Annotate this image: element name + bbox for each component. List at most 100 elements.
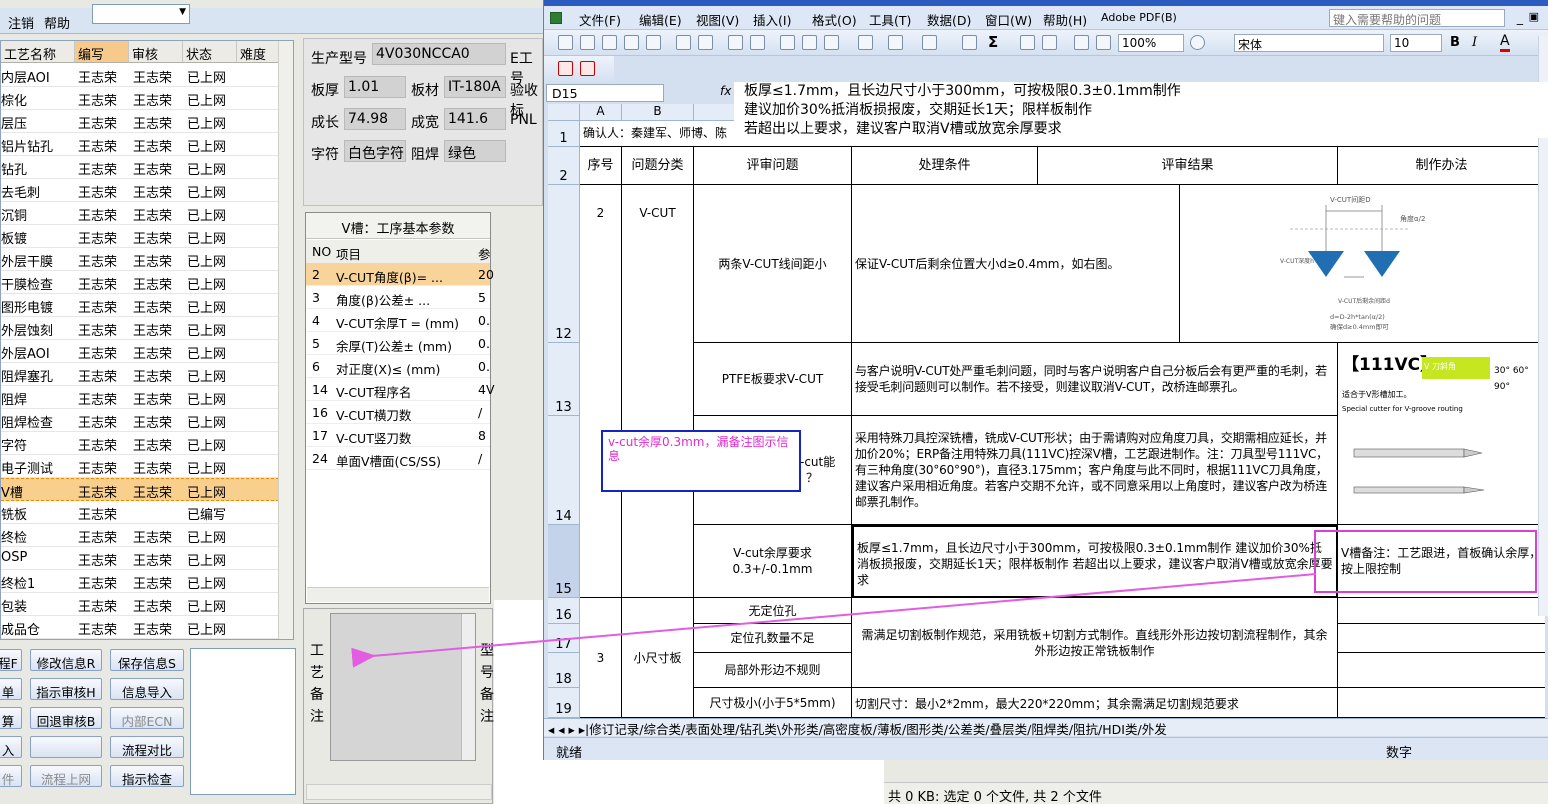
research-icon[interactable] [750,35,765,50]
vcut-param-row[interactable]: 24 单面V槽面(CS/SS) / [306,447,490,470]
btn-blank[interactable] [30,736,102,758]
menu-help[interactable]: 帮助(H) [1043,10,1087,29]
process-row[interactable]: 电子测试 王志荣 王志荣 已上网 [1,455,279,478]
issue-r18[interactable]: 局部外形边不规则 [694,653,852,688]
btn-compare[interactable]: 流程对比 [110,736,184,758]
process-row[interactable]: 沉铜 王志荣 王志荣 已上网 [1,202,279,225]
menu-help[interactable]: 帮助 [44,13,70,32]
process-row[interactable]: 外层蚀刻 王志荣 王志荣 已上网 [1,317,279,340]
col-name[interactable]: 工艺名称 [1,41,75,63]
vcut-param-row[interactable]: 2 V-CUT角度(β)= ... 20 [306,263,494,286]
restore-icon[interactable]: ▣ [1529,10,1539,23]
hdr-seq[interactable]: 序号 [580,147,622,185]
process-row[interactable]: 钻孔 王志荣 王志荣 已上网 [1,156,279,179]
copy-icon[interactable] [802,35,817,50]
menu-data[interactable]: 数据(D) [927,10,971,29]
menu-adobe[interactable]: Adobe PDF(B) [1101,11,1177,24]
pdf-create-icon[interactable] [558,61,573,76]
seq-3[interactable]: 3 [580,598,622,718]
bold-icon[interactable]: B [1450,35,1460,50]
process-row[interactable]: 外层AOI 王志荣 王志荣 已上网 [1,340,279,363]
char-field[interactable]: 白色字符 [344,140,406,162]
sort-desc-icon[interactable] [1042,35,1057,50]
cond-r16[interactable]: 需满足切割板制作规范，采用铣板+切割方式制作。直线形外形边按切割流程制作，其余外… [852,598,1338,688]
vcut-param-row[interactable]: 4 V-CUT余厚T = (mm) 0. [306,309,490,332]
drawing-icon[interactable] [1096,35,1111,50]
process-memo-field[interactable] [330,613,476,761]
memo-hscroll[interactable] [306,784,492,800]
cond-r14[interactable]: 采用特殊刀具控深铣槽，铣成V-CUT形状；由于需请购对应角度刀具，交期需相应延长… [852,416,1338,525]
process-row[interactable]: 干膜检查 王志荣 王志荣 已上网 [1,271,279,294]
cond-r13[interactable]: 与客户说明V-CUT处严重毛刺问题，同时与客户说明客户自己分板后会有更严重的毛刺… [852,343,1338,416]
method-r16[interactable] [1338,598,1545,624]
vcut-param-row[interactable]: 3 角度(β)公差± ... 5 [306,286,490,309]
col-header-b[interactable]: B [622,104,694,121]
process-row[interactable]: 阻焊塞孔 王志荣 王志荣 已上网 [1,363,279,386]
pdf-mail-icon[interactable] [580,61,595,76]
grid-scrollbar[interactable] [278,41,293,639]
hdr-result[interactable]: 评审结果 [1038,147,1338,185]
name-box[interactable]: D15 [546,84,664,102]
issue-r16[interactable]: 无定位孔 [694,598,852,624]
btn-calc[interactable]: 算 [0,707,22,729]
undo-icon[interactable] [888,35,903,50]
thickness-field[interactable]: 1.01 [344,76,406,98]
sum-icon[interactable]: Σ [988,33,998,51]
btn-import[interactable]: 信息导入 [110,678,184,700]
function-icon[interactable]: fx [720,84,731,98]
process-row[interactable]: 终检 王志荣 王志荣 已上网 [1,524,279,547]
menu-format[interactable]: 格式(O) [812,10,857,29]
process-row[interactable]: 成品仓 王志荣 王志荣 已上网 [1,616,279,639]
cut-icon[interactable] [780,35,795,50]
help-icon[interactable] [1190,35,1205,50]
btn-publish[interactable]: 流程上网 [30,765,102,787]
row-header[interactable]: 14 [548,416,580,525]
btn-check[interactable]: 指示检查 [110,765,184,787]
help-search-input[interactable]: 键入需要帮助的问题 [1329,9,1505,27]
preview-icon[interactable] [698,35,713,50]
vcut-param-row[interactable]: 5 余厚(T)公差± (mm) 0. [306,332,490,355]
hyperlink-icon[interactable] [962,35,977,50]
btn-file[interactable]: 件 [0,765,22,787]
process-row[interactable]: 棕化 王志荣 王志荣 已上网 [1,87,279,110]
vcut-param-row[interactable]: 14 V-CUT程序名 4V [306,378,495,401]
col-writer[interactable]: 编写 [75,41,129,63]
vcut-grid-scrollbar[interactable] [307,587,489,602]
length-field[interactable]: 74.98 [344,108,406,130]
process-row[interactable]: 板镀 王志荣 王志荣 已上网 [1,225,279,248]
process-row[interactable]: 层压 王志荣 王志荣 已上网 [1,110,279,133]
cat-vcut[interactable]: V-CUT [622,185,694,598]
redo-icon[interactable] [922,35,937,50]
hdr-issue[interactable]: 评审问题 [694,147,852,185]
paste-icon[interactable] [824,35,839,50]
row-header[interactable]: 13 [548,343,580,416]
mail-icon[interactable] [646,35,661,50]
open-icon[interactable] [580,35,595,50]
memo-scrollbar[interactable] [461,614,475,760]
print-icon[interactable] [676,35,691,50]
left-combo[interactable]: ▼ [92,4,190,24]
btn-review[interactable]: 指示审核H [30,678,102,700]
process-row[interactable]: OSP 王志荣 王志荣 已上网 [1,547,279,570]
process-row[interactable]: 包装 王志荣 王志荣 已上网 [1,593,279,616]
process-row[interactable]: 铣板 王志荣 已编写 [1,501,279,524]
cond-r12[interactable]: 保证V-CUT后剩余位置大小d≥0.4mm，如右图。 [852,185,1180,343]
process-row[interactable]: 外层干膜 王志荣 王志荣 已上网 [1,248,279,271]
process-row[interactable]: 阻焊 王志荣 王志荣 已上网 [1,386,279,409]
italic-icon[interactable]: I [1472,35,1477,50]
col-difficulty[interactable]: 难度 [237,41,279,63]
chart-icon[interactable] [1074,35,1089,50]
cat-small[interactable]: 小尺寸板 [622,598,694,718]
row-header[interactable]: 17 [548,624,580,653]
cond-r15-selected[interactable]: 板厚≤1.7mm，且长边尺寸小于300mm，可按极限0.3±0.1mm制作 建议… [852,525,1338,598]
cond-r19[interactable]: 切割尺寸：最小2*2mm，最大220*220mm；其余需满足切割规范要求 [852,688,1338,718]
btn-flow[interactable]: 程F [0,649,22,671]
menu-logout[interactable]: 注销 [8,13,34,32]
col-status[interactable]: 状态 [183,41,237,63]
model-field[interactable]: 4V030NCCA0 [372,43,506,65]
vcut-param-row[interactable]: 6 对正度(X)≤ (mm) 0. [306,355,490,378]
format-painter-icon[interactable] [858,35,873,50]
seq-2[interactable]: 2 [580,185,622,598]
process-row[interactable]: 终检1 王志荣 王志荣 已上网 [1,570,279,593]
method-r18[interactable] [1338,653,1545,688]
